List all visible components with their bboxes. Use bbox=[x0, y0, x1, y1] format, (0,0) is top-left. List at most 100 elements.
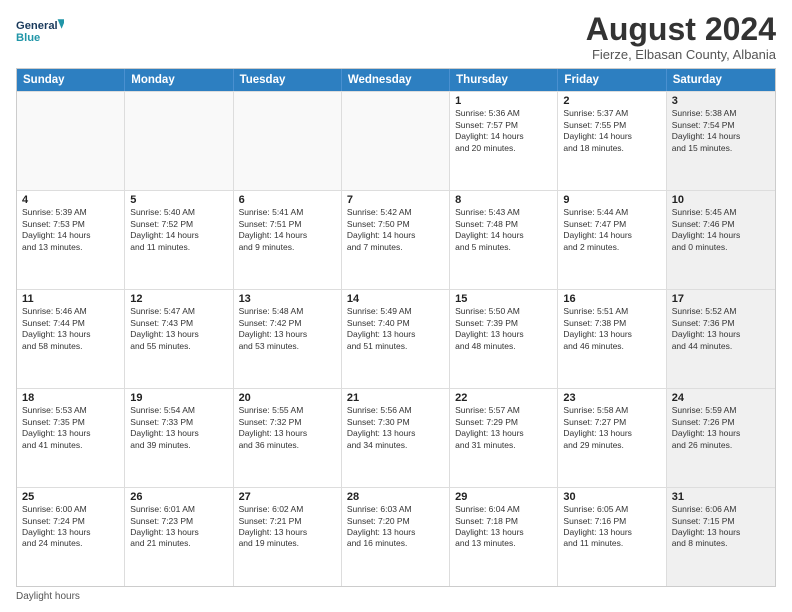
day-number-20: 20 bbox=[239, 392, 336, 404]
day-number-4: 4 bbox=[22, 194, 119, 206]
cell-text-4: Sunrise: 5:39 AMSunset: 7:53 PMDaylight:… bbox=[22, 207, 119, 253]
header-day-saturday: Saturday bbox=[667, 69, 775, 91]
cell-text-11: Sunrise: 5:46 AMSunset: 7:44 PMDaylight:… bbox=[22, 306, 119, 352]
cal-cell-28: 28Sunrise: 6:03 AMSunset: 7:20 PMDayligh… bbox=[342, 488, 450, 586]
header-day-tuesday: Tuesday bbox=[234, 69, 342, 91]
day-number-11: 11 bbox=[22, 293, 119, 305]
cell-text-7: Sunrise: 5:42 AMSunset: 7:50 PMDaylight:… bbox=[347, 207, 444, 253]
cell-text-23: Sunrise: 5:58 AMSunset: 7:27 PMDaylight:… bbox=[563, 405, 660, 451]
cal-cell-8: 8Sunrise: 5:43 AMSunset: 7:48 PMDaylight… bbox=[450, 191, 558, 289]
cal-cell-1: 1Sunrise: 5:36 AMSunset: 7:57 PMDaylight… bbox=[450, 92, 558, 190]
cal-cell-12: 12Sunrise: 5:47 AMSunset: 7:43 PMDayligh… bbox=[125, 290, 233, 388]
day-number-29: 29 bbox=[455, 491, 552, 503]
day-number-2: 2 bbox=[563, 95, 660, 107]
day-number-24: 24 bbox=[672, 392, 770, 404]
cal-cell-27: 27Sunrise: 6:02 AMSunset: 7:21 PMDayligh… bbox=[234, 488, 342, 586]
cell-text-2: Sunrise: 5:37 AMSunset: 7:55 PMDaylight:… bbox=[563, 108, 660, 154]
day-number-12: 12 bbox=[130, 293, 227, 305]
cal-cell-4: 4Sunrise: 5:39 AMSunset: 7:53 PMDaylight… bbox=[17, 191, 125, 289]
cell-text-22: Sunrise: 5:57 AMSunset: 7:29 PMDaylight:… bbox=[455, 405, 552, 451]
week-row-5: 25Sunrise: 6:00 AMSunset: 7:24 PMDayligh… bbox=[17, 487, 775, 586]
cal-cell-18: 18Sunrise: 5:53 AMSunset: 7:35 PMDayligh… bbox=[17, 389, 125, 487]
day-number-10: 10 bbox=[672, 194, 770, 206]
cell-text-29: Sunrise: 6:04 AMSunset: 7:18 PMDaylight:… bbox=[455, 504, 552, 550]
cal-cell-24: 24Sunrise: 5:59 AMSunset: 7:26 PMDayligh… bbox=[667, 389, 775, 487]
main-title: August 2024 bbox=[586, 12, 776, 47]
cal-cell-5: 5Sunrise: 5:40 AMSunset: 7:52 PMDaylight… bbox=[125, 191, 233, 289]
sub-title: Fierze, Elbasan County, Albania bbox=[586, 47, 776, 62]
header: General Blue August 2024 Fierze, Elbasan… bbox=[16, 12, 776, 62]
day-number-9: 9 bbox=[563, 194, 660, 206]
cal-cell-11: 11Sunrise: 5:46 AMSunset: 7:44 PMDayligh… bbox=[17, 290, 125, 388]
svg-text:Blue: Blue bbox=[16, 32, 40, 44]
day-number-5: 5 bbox=[130, 194, 227, 206]
cell-text-30: Sunrise: 6:05 AMSunset: 7:16 PMDaylight:… bbox=[563, 504, 660, 550]
cal-cell-14: 14Sunrise: 5:49 AMSunset: 7:40 PMDayligh… bbox=[342, 290, 450, 388]
day-number-26: 26 bbox=[130, 491, 227, 503]
day-number-25: 25 bbox=[22, 491, 119, 503]
svg-text:General: General bbox=[16, 20, 58, 32]
cell-text-8: Sunrise: 5:43 AMSunset: 7:48 PMDaylight:… bbox=[455, 207, 552, 253]
cell-text-5: Sunrise: 5:40 AMSunset: 7:52 PMDaylight:… bbox=[130, 207, 227, 253]
cell-text-26: Sunrise: 6:01 AMSunset: 7:23 PMDaylight:… bbox=[130, 504, 227, 550]
cell-text-16: Sunrise: 5:51 AMSunset: 7:38 PMDaylight:… bbox=[563, 306, 660, 352]
header-day-friday: Friday bbox=[558, 69, 666, 91]
cal-cell-19: 19Sunrise: 5:54 AMSunset: 7:33 PMDayligh… bbox=[125, 389, 233, 487]
cell-text-27: Sunrise: 6:02 AMSunset: 7:21 PMDaylight:… bbox=[239, 504, 336, 550]
cal-cell-empty bbox=[234, 92, 342, 190]
cal-cell-23: 23Sunrise: 5:58 AMSunset: 7:27 PMDayligh… bbox=[558, 389, 666, 487]
cal-cell-26: 26Sunrise: 6:01 AMSunset: 7:23 PMDayligh… bbox=[125, 488, 233, 586]
cell-text-19: Sunrise: 5:54 AMSunset: 7:33 PMDaylight:… bbox=[130, 405, 227, 451]
cal-cell-30: 30Sunrise: 6:05 AMSunset: 7:16 PMDayligh… bbox=[558, 488, 666, 586]
cal-cell-25: 25Sunrise: 6:00 AMSunset: 7:24 PMDayligh… bbox=[17, 488, 125, 586]
cell-text-6: Sunrise: 5:41 AMSunset: 7:51 PMDaylight:… bbox=[239, 207, 336, 253]
day-number-19: 19 bbox=[130, 392, 227, 404]
logo-svg: General Blue bbox=[16, 12, 64, 52]
footer-note: Daylight hours bbox=[16, 591, 776, 602]
cal-cell-10: 10Sunrise: 5:45 AMSunset: 7:46 PMDayligh… bbox=[667, 191, 775, 289]
title-block: August 2024 Fierze, Elbasan County, Alba… bbox=[586, 12, 776, 62]
cell-text-9: Sunrise: 5:44 AMSunset: 7:47 PMDaylight:… bbox=[563, 207, 660, 253]
cal-cell-31: 31Sunrise: 6:06 AMSunset: 7:15 PMDayligh… bbox=[667, 488, 775, 586]
cell-text-25: Sunrise: 6:00 AMSunset: 7:24 PMDaylight:… bbox=[22, 504, 119, 550]
day-number-21: 21 bbox=[347, 392, 444, 404]
cell-text-12: Sunrise: 5:47 AMSunset: 7:43 PMDaylight:… bbox=[130, 306, 227, 352]
day-number-18: 18 bbox=[22, 392, 119, 404]
cal-cell-6: 6Sunrise: 5:41 AMSunset: 7:51 PMDaylight… bbox=[234, 191, 342, 289]
cell-text-31: Sunrise: 6:06 AMSunset: 7:15 PMDaylight:… bbox=[672, 504, 770, 550]
calendar-header: SundayMondayTuesdayWednesdayThursdayFrid… bbox=[17, 69, 775, 91]
cal-cell-21: 21Sunrise: 5:56 AMSunset: 7:30 PMDayligh… bbox=[342, 389, 450, 487]
cell-text-1: Sunrise: 5:36 AMSunset: 7:57 PMDaylight:… bbox=[455, 108, 552, 154]
cell-text-18: Sunrise: 5:53 AMSunset: 7:35 PMDaylight:… bbox=[22, 405, 119, 451]
week-row-3: 11Sunrise: 5:46 AMSunset: 7:44 PMDayligh… bbox=[17, 289, 775, 388]
page: General Blue August 2024 Fierze, Elbasan… bbox=[0, 0, 792, 612]
cell-text-15: Sunrise: 5:50 AMSunset: 7:39 PMDaylight:… bbox=[455, 306, 552, 352]
week-row-2: 4Sunrise: 5:39 AMSunset: 7:53 PMDaylight… bbox=[17, 190, 775, 289]
cal-cell-empty bbox=[17, 92, 125, 190]
cell-text-17: Sunrise: 5:52 AMSunset: 7:36 PMDaylight:… bbox=[672, 306, 770, 352]
cell-text-28: Sunrise: 6:03 AMSunset: 7:20 PMDaylight:… bbox=[347, 504, 444, 550]
week-row-4: 18Sunrise: 5:53 AMSunset: 7:35 PMDayligh… bbox=[17, 388, 775, 487]
header-day-sunday: Sunday bbox=[17, 69, 125, 91]
logo: General Blue bbox=[16, 12, 64, 52]
day-number-16: 16 bbox=[563, 293, 660, 305]
cal-cell-2: 2Sunrise: 5:37 AMSunset: 7:55 PMDaylight… bbox=[558, 92, 666, 190]
cell-text-10: Sunrise: 5:45 AMSunset: 7:46 PMDaylight:… bbox=[672, 207, 770, 253]
cell-text-21: Sunrise: 5:56 AMSunset: 7:30 PMDaylight:… bbox=[347, 405, 444, 451]
cal-cell-7: 7Sunrise: 5:42 AMSunset: 7:50 PMDaylight… bbox=[342, 191, 450, 289]
day-number-3: 3 bbox=[672, 95, 770, 107]
cal-cell-empty bbox=[342, 92, 450, 190]
cal-cell-15: 15Sunrise: 5:50 AMSunset: 7:39 PMDayligh… bbox=[450, 290, 558, 388]
day-number-27: 27 bbox=[239, 491, 336, 503]
day-number-28: 28 bbox=[347, 491, 444, 503]
calendar: SundayMondayTuesdayWednesdayThursdayFrid… bbox=[16, 68, 776, 587]
day-number-8: 8 bbox=[455, 194, 552, 206]
calendar-body: 1Sunrise: 5:36 AMSunset: 7:57 PMDaylight… bbox=[17, 91, 775, 586]
day-number-1: 1 bbox=[455, 95, 552, 107]
day-number-17: 17 bbox=[672, 293, 770, 305]
header-day-thursday: Thursday bbox=[450, 69, 558, 91]
cal-cell-3: 3Sunrise: 5:38 AMSunset: 7:54 PMDaylight… bbox=[667, 92, 775, 190]
cell-text-13: Sunrise: 5:48 AMSunset: 7:42 PMDaylight:… bbox=[239, 306, 336, 352]
day-number-6: 6 bbox=[239, 194, 336, 206]
week-row-1: 1Sunrise: 5:36 AMSunset: 7:57 PMDaylight… bbox=[17, 91, 775, 190]
